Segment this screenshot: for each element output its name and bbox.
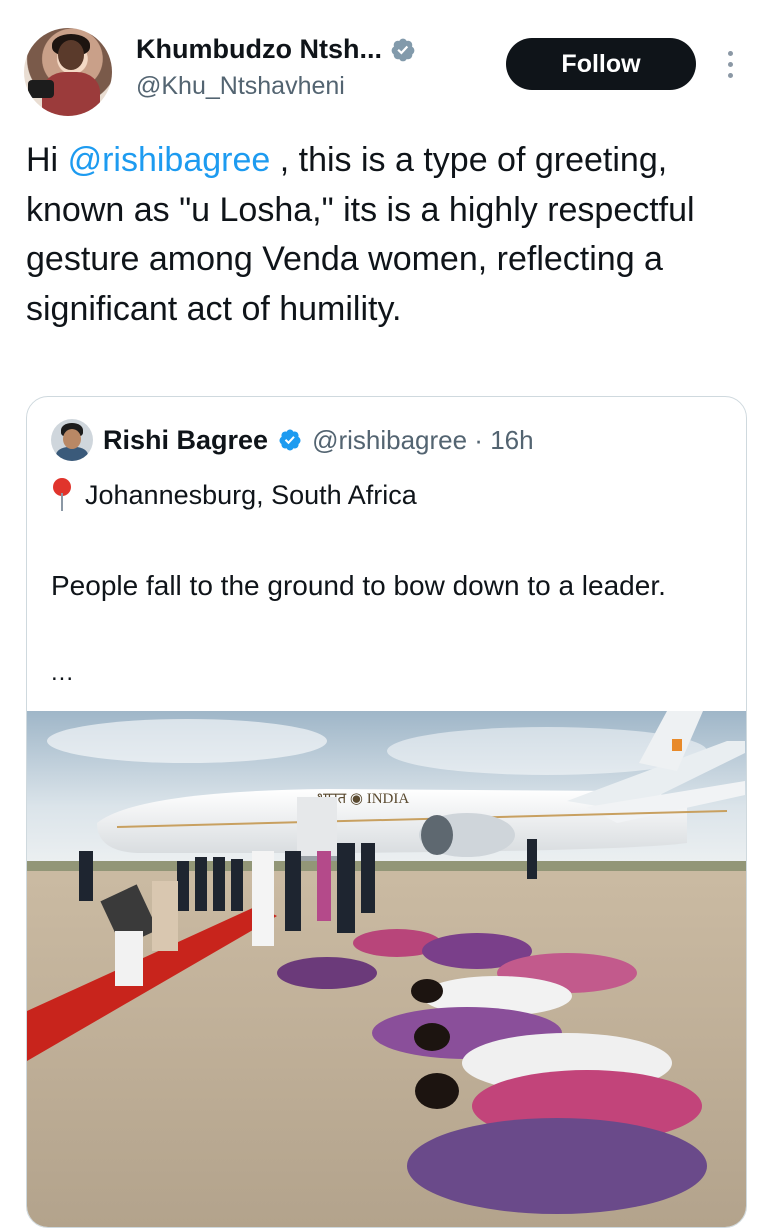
verified-badge-icon — [279, 429, 301, 451]
quoted-tweet[interactable]: Rishi Bagree @rishibagree · 16h Johannes… — [26, 396, 747, 1228]
author-display-name[interactable]: Khumbudzo Ntsh... — [136, 34, 382, 65]
quoted-photo[interactable]: भारत ◉ INDIA — [27, 711, 746, 1227]
quoted-header: Rishi Bagree @rishibagree · 16h — [51, 419, 534, 461]
quoted-ellipsis: ... — [51, 659, 75, 686]
more-vertical-icon[interactable] — [718, 44, 742, 84]
author-name-row: Khumbudzo Ntsh... — [136, 34, 416, 65]
tweet-card: Khumbudzo Ntsh... @Khu_Ntshavheni Follow… — [0, 0, 773, 1228]
quoted-text: People fall to the ground to bow down to… — [51, 570, 666, 601]
quoted-location-text: Johannesburg, South Africa — [85, 479, 417, 510]
quoted-avatar[interactable] — [51, 419, 93, 461]
follow-button[interactable]: Follow — [506, 38, 696, 90]
quoted-display-name[interactable]: Rishi Bagree — [103, 425, 268, 456]
tarmac-scene-image: भारत ◉ INDIA — [27, 711, 746, 1227]
location-pin-icon — [53, 478, 71, 511]
author-avatar[interactable] — [24, 28, 112, 116]
verified-badge-icon — [391, 38, 415, 61]
tweet-text: Hi @rishibagree , this is a type of gree… — [26, 136, 746, 334]
quoted-handle-time[interactable]: @rishibagree · 16h — [312, 425, 534, 456]
author-handle[interactable]: @Khu_Ntshavheni — [136, 72, 345, 101]
quoted-location: Johannesburg, South Africa — [51, 477, 417, 513]
mention-link[interactable]: @rishibagree — [68, 141, 271, 179]
tweet-text-prefix: Hi — [26, 141, 68, 179]
